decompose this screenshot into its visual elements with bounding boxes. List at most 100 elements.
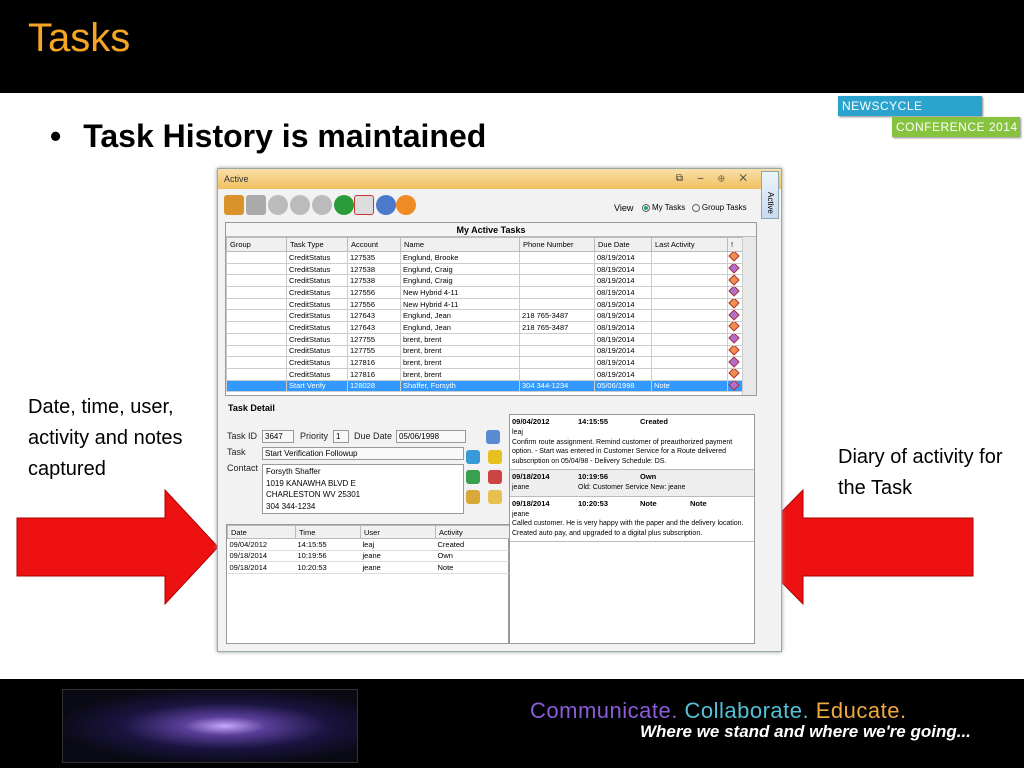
history-cell: 10:20:53: [295, 561, 361, 574]
history-row[interactable]: 09/18/2014 10:20:53 jeane Note: [227, 561, 511, 574]
table-row[interactable]: Start Verify 128028 Shaffer, Forsyth 304 34…: [226, 379, 743, 393]
history-cell: 10:19:56: [295, 550, 361, 562]
history-column-header[interactable]: Activity: [435, 525, 511, 539]
diary-body: leaj Confirm route assignment. Remind cus…: [512, 428, 752, 466]
table-cell: CreditStatus: [286, 262, 348, 276]
column-header[interactable]: Phone Number: [519, 237, 595, 252]
table-cell: [226, 262, 287, 276]
history-row[interactable]: 09/18/2014 10:19:56 jeane Own: [227, 550, 511, 562]
table-cell: CreditStatus: [286, 367, 348, 381]
diary-entry-header: 09/18/2014 10:19:56 Own: [512, 472, 752, 481]
history-row[interactable]: 09/04/2012 14:15:55 leaj Created: [227, 538, 511, 551]
table-cell: brent, brent: [400, 332, 520, 346]
table-cell: [651, 309, 728, 323]
diary-type: Own: [640, 472, 657, 481]
table-cell: 127535: [347, 251, 401, 264]
table-cell: [226, 251, 287, 264]
window-controls[interactable]: ⧉ – ⊕ ✕: [676, 169, 753, 189]
priority-flag-icon: [728, 345, 740, 356]
priority-flag-cell: [727, 321, 743, 334]
column-header[interactable]: !: [727, 237, 743, 252]
table-cell: [226, 274, 287, 288]
users-icon[interactable]: [376, 195, 396, 215]
table-cell: Shaffer, Forsyth: [400, 379, 520, 393]
column-header[interactable]: Name: [400, 237, 520, 252]
table-row[interactable]: CreditStatus 127643 Englund, Jean 218 765-3…: [226, 321, 743, 334]
traffic-light-icon[interactable]: [488, 450, 502, 464]
table-cell: Note: [651, 379, 728, 393]
table-cell: Englund, Craig: [400, 262, 520, 276]
table-cell: [519, 297, 595, 311]
table-row[interactable]: CreditStatus 127556 New Hybrid 4-11 08/19/2…: [226, 297, 743, 311]
priority-flag-cell: [727, 332, 743, 346]
import-icon[interactable]: [224, 195, 244, 215]
table-row[interactable]: CreditStatus 127755 brent, brent 08/19/2014: [226, 344, 743, 358]
window-title: Active: [224, 174, 249, 184]
notes-icon[interactable]: [488, 470, 502, 484]
folder-icon[interactable]: [488, 490, 502, 504]
table-cell: CreditStatus: [286, 356, 348, 369]
column-header[interactable]: Due Date: [594, 237, 652, 252]
table-row[interactable]: CreditStatus 127816 brent, brent 08/19/2014: [226, 367, 743, 381]
contact-line: 304 344-1234: [266, 501, 316, 511]
table-row[interactable]: CreditStatus 127556 New Hybrid 4-11 08/19/2…: [226, 286, 743, 299]
refresh-icon[interactable]: [334, 195, 354, 215]
history-column-header[interactable]: User: [360, 525, 436, 539]
history-column-header[interactable]: Time: [295, 525, 361, 539]
history-cell: 09/18/2014: [227, 561, 296, 574]
table-row[interactable]: CreditStatus 127755 brent, brent 08/19/2014: [226, 332, 743, 346]
table-cell: CreditStatus: [286, 251, 348, 264]
table-cell: 127643: [347, 309, 401, 323]
task-field[interactable]: Start Verification Followup: [262, 447, 464, 460]
flag-icon[interactable]: [466, 470, 480, 484]
column-header[interactable]: Last Activity: [651, 237, 728, 252]
calendar-icon[interactable]: [354, 195, 374, 215]
history-column-header[interactable]: Date: [227, 525, 296, 539]
search-icon[interactable]: [466, 450, 480, 464]
contact-box[interactable]: Forsyth Shaffer 1019 KANAWHA BLVD E CHAR…: [262, 464, 464, 514]
diary-time: 14:15:55: [578, 417, 609, 426]
table-row[interactable]: CreditStatus 127538 Englund, Craig 08/19/20…: [226, 262, 743, 276]
grid-scrollbar[interactable]: [742, 237, 756, 395]
column-header[interactable]: Task Type: [286, 237, 348, 252]
table-row[interactable]: CreditStatus 127535 Englund, Brooke 08/19/2…: [226, 251, 743, 264]
disabled-icon[interactable]: [290, 195, 310, 215]
group-tasks-radio[interactable]: [691, 203, 700, 212]
edit-icon[interactable]: [486, 430, 500, 444]
priority-field[interactable]: 1: [333, 430, 349, 443]
table-cell: 08/19/2014: [594, 297, 652, 311]
table-cell: [519, 251, 595, 264]
forward-icon[interactable]: [246, 195, 266, 215]
my-tasks-label: My Tasks: [652, 203, 686, 212]
grid-title: My Active Tasks: [226, 223, 756, 237]
table-cell: [226, 286, 287, 299]
table-row[interactable]: CreditStatus 127643 Englund, Jean 218 765-3…: [226, 309, 743, 323]
history-cell: jeane: [360, 561, 436, 574]
diary-user: jeane: [512, 510, 530, 518]
table-cell: Start Verify: [286, 379, 348, 393]
table-cell: [519, 332, 595, 346]
task-id-field[interactable]: 3647: [262, 430, 294, 443]
table-cell: 127755: [347, 344, 401, 358]
table-row[interactable]: CreditStatus 127538 Englund, Craig 08/19/20…: [226, 274, 743, 288]
upload-icon[interactable]: [268, 195, 288, 215]
diary-entry: 09/18/2014 10:19:56 Own jeane Old: Customer …: [510, 470, 754, 497]
priority-flag-cell: [727, 274, 743, 288]
help-icon[interactable]: [396, 195, 416, 215]
table-row[interactable]: CreditStatus 127816 brent, brent 08/19/2014: [226, 356, 743, 369]
my-tasks-radio[interactable]: [642, 203, 650, 212]
table-cell: 127755: [347, 332, 401, 346]
contact-line: 1019 KANAWHA BLVD E: [266, 478, 356, 488]
diary-date: 09/18/2014: [512, 472, 550, 481]
diary-time: 10:20:53: [578, 498, 609, 508]
disabled-icon-2[interactable]: [312, 195, 332, 215]
column-header[interactable]: Account: [347, 237, 401, 252]
table-cell: 08/19/2014: [594, 286, 652, 299]
table-cell: 08/19/2014: [594, 251, 652, 264]
grid-icon[interactable]: [466, 490, 480, 504]
priority-flag-icon: [728, 357, 740, 368]
table-cell: [226, 309, 287, 323]
column-header[interactable]: Group: [226, 237, 287, 252]
table-cell: CreditStatus: [286, 297, 348, 311]
due-date-field[interactable]: 05/06/1998: [396, 430, 466, 443]
